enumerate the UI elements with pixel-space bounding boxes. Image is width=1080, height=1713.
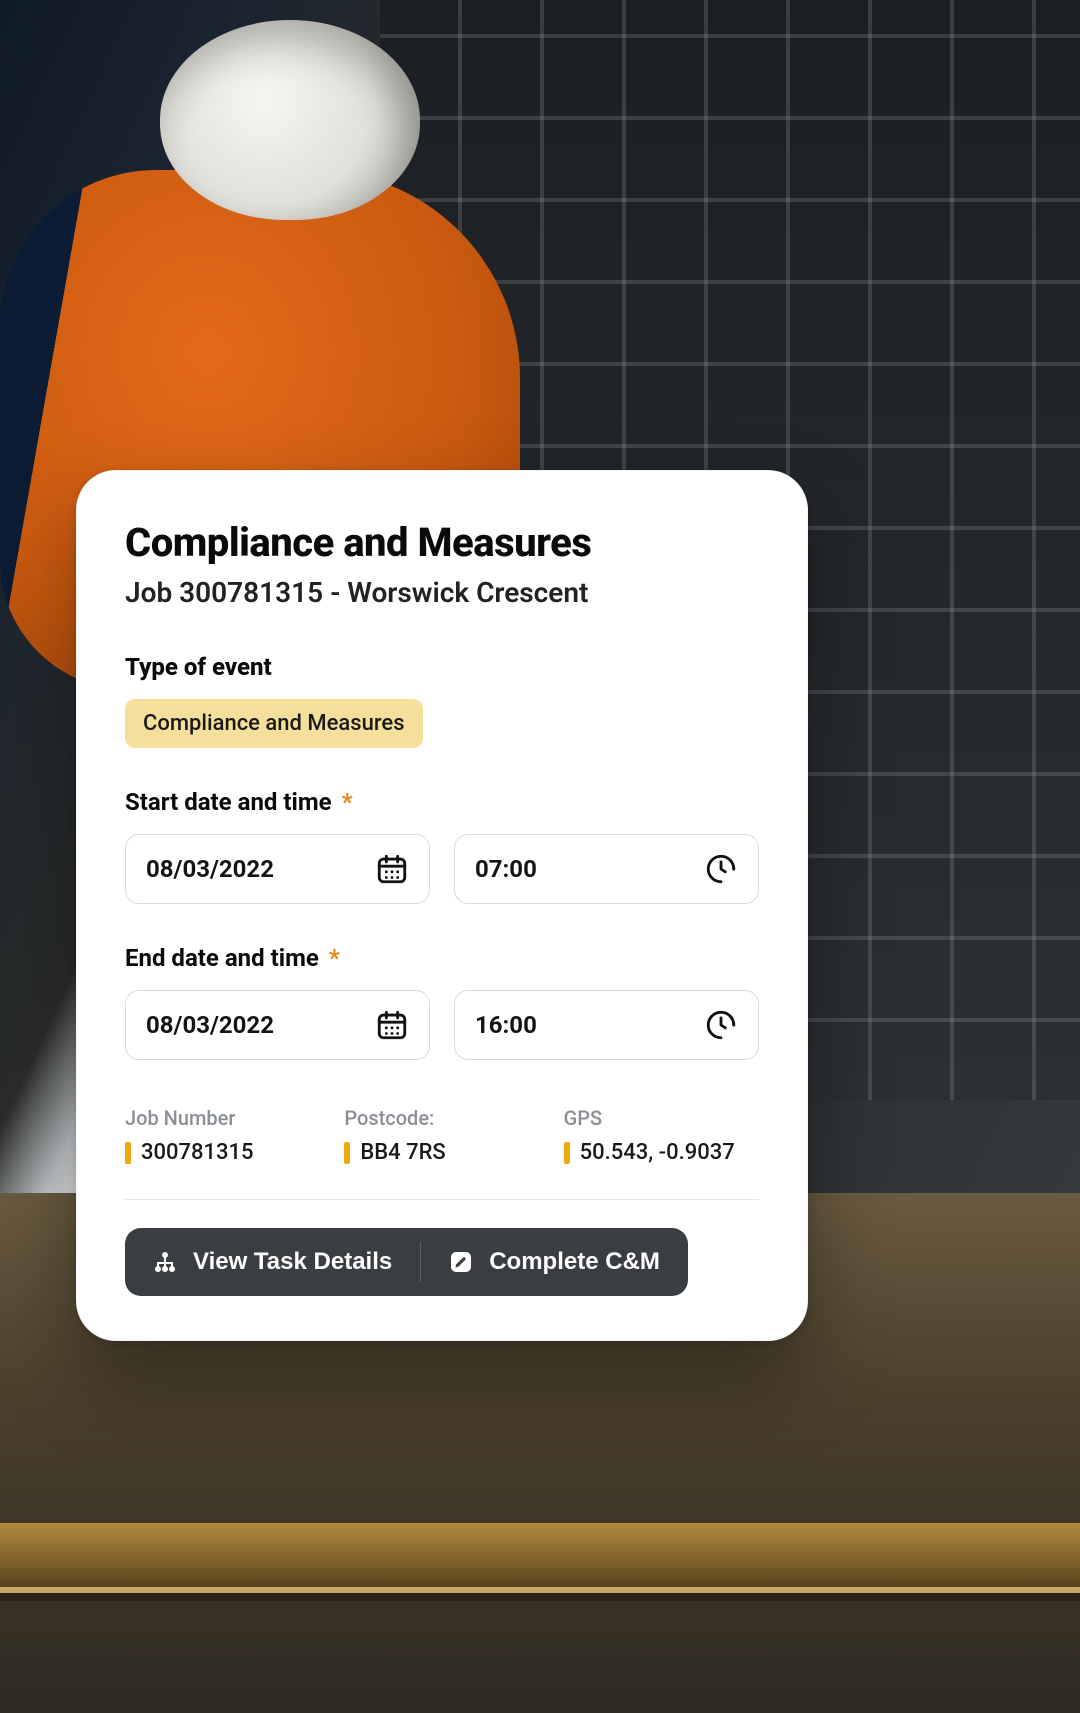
event-type-label: Type of event bbox=[125, 653, 759, 681]
start-time-value: 07:00 bbox=[475, 855, 537, 883]
end-date-input[interactable]: 08/03/2022 bbox=[125, 990, 430, 1060]
start-date-value: 08/03/2022 bbox=[146, 855, 274, 883]
accent-tick-icon bbox=[564, 1142, 570, 1164]
divider bbox=[125, 1199, 759, 1200]
edit-icon bbox=[449, 1250, 473, 1274]
complete-cm-label: Complete C&M bbox=[489, 1248, 660, 1276]
start-date-input[interactable]: 08/03/2022 bbox=[125, 834, 430, 904]
background-rail bbox=[0, 1523, 1080, 1593]
meta-gps-value: 50.543, -0.9037 bbox=[580, 1140, 735, 1165]
meta-postcode: Postcode: BB4 7RS bbox=[344, 1106, 539, 1165]
view-task-details-label: View Task Details bbox=[193, 1248, 392, 1276]
tree-icon bbox=[153, 1250, 177, 1274]
required-mark: * bbox=[342, 788, 353, 816]
complete-cm-button[interactable]: Complete C&M bbox=[421, 1228, 688, 1296]
start-time-input[interactable]: 07:00 bbox=[454, 834, 759, 904]
required-mark: * bbox=[329, 944, 340, 972]
meta-job-number-value: 300781315 bbox=[141, 1140, 254, 1165]
start-datetime-label: Start date and time * bbox=[125, 788, 759, 816]
meta-job-number-label: Job Number bbox=[125, 1106, 320, 1130]
end-date-value: 08/03/2022 bbox=[146, 1011, 274, 1039]
meta-postcode-value: BB4 7RS bbox=[360, 1140, 445, 1165]
meta-row: Job Number 300781315 Postcode: BB4 7RS G… bbox=[125, 1106, 759, 1165]
calendar-icon bbox=[375, 852, 409, 886]
background-helmet bbox=[160, 20, 420, 220]
meta-postcode-label: Postcode: bbox=[344, 1106, 539, 1130]
compliance-card: Compliance and Measures Job 300781315 - … bbox=[76, 470, 808, 1341]
meta-gps-label: GPS bbox=[564, 1106, 759, 1130]
actions-bar: View Task Details Complete C&M bbox=[125, 1228, 688, 1296]
page-title: Compliance and Measures bbox=[125, 519, 759, 566]
accent-tick-icon bbox=[344, 1142, 350, 1164]
meta-job-number: Job Number 300781315 bbox=[125, 1106, 320, 1165]
clock-icon bbox=[704, 852, 738, 886]
end-time-input[interactable]: 16:00 bbox=[454, 990, 759, 1060]
end-datetime-label-text: End date and time bbox=[125, 944, 319, 972]
calendar-icon bbox=[375, 1008, 409, 1042]
accent-tick-icon bbox=[125, 1142, 131, 1164]
end-datetime-label: End date and time * bbox=[125, 944, 759, 972]
start-datetime-label-text: Start date and time bbox=[125, 788, 332, 816]
event-type-chip[interactable]: Compliance and Measures bbox=[125, 699, 423, 748]
meta-gps: GPS 50.543, -0.9037 bbox=[564, 1106, 759, 1165]
view-task-details-button[interactable]: View Task Details bbox=[125, 1228, 420, 1296]
end-time-value: 16:00 bbox=[475, 1011, 537, 1039]
clock-icon bbox=[704, 1008, 738, 1042]
job-subtitle: Job 300781315 - Worswick Crescent bbox=[125, 576, 759, 609]
